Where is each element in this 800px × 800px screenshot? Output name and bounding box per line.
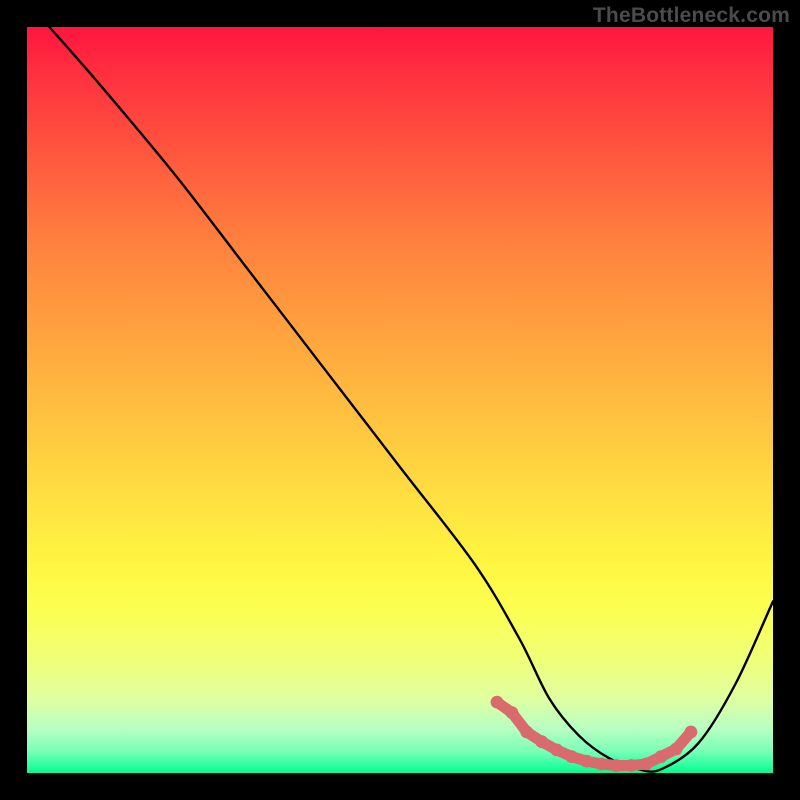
optimal-region-dot bbox=[506, 706, 519, 719]
optimal-region-dot bbox=[610, 759, 623, 772]
optimal-region-dot bbox=[550, 744, 563, 757]
optimal-region-dot bbox=[535, 735, 548, 748]
optimal-region-dot bbox=[625, 759, 638, 772]
optimal-region-marker bbox=[491, 696, 698, 772]
optimal-region-dot bbox=[655, 750, 668, 763]
optimal-region-dot bbox=[580, 755, 593, 768]
chart-frame: TheBottleneck.com bbox=[0, 0, 800, 800]
watermark-text: TheBottleneck.com bbox=[593, 4, 790, 28]
plot-area bbox=[27, 27, 773, 773]
optimal-region-dot bbox=[685, 726, 698, 739]
optimal-region-dot bbox=[565, 750, 578, 763]
optimal-region-dot bbox=[595, 758, 608, 771]
optimal-region-dot bbox=[520, 726, 533, 739]
optimal-region-dot bbox=[640, 758, 653, 771]
optimal-region-dot bbox=[491, 696, 504, 709]
optimal-region-dot bbox=[670, 743, 683, 756]
chart-svg bbox=[27, 27, 773, 773]
bottleneck-curve-path bbox=[49, 27, 773, 772]
